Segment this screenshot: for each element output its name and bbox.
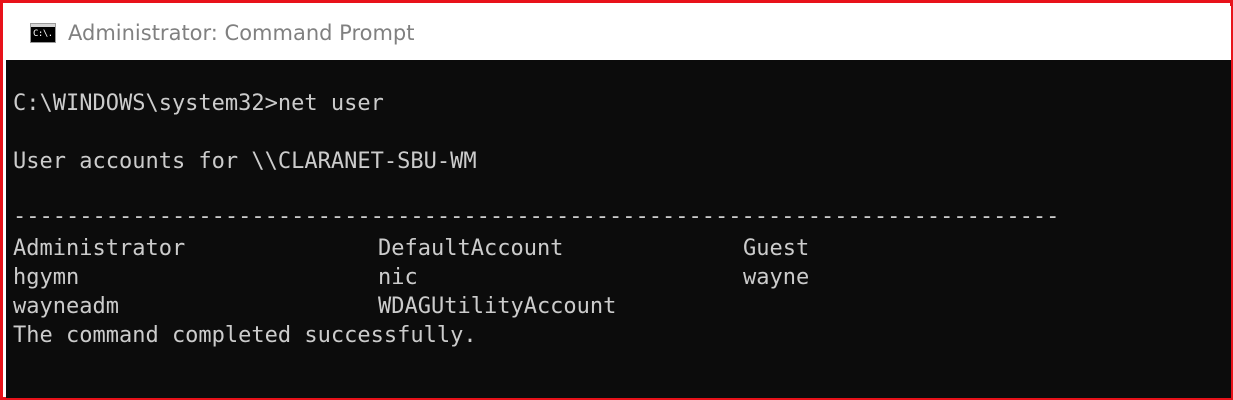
account-nic: nic (378, 265, 418, 290)
account-administrator: Administrator (13, 236, 186, 261)
account-wayne: wayne (743, 265, 810, 290)
account-hgymn: hgymn (13, 265, 80, 290)
account-wdagutilityaccount: WDAGUtilityAccount (378, 294, 617, 319)
cmd-icon[interactable]: C:\. (30, 23, 56, 43)
cmd-icon-text: C:\. (33, 29, 53, 39)
user-accounts-header: User accounts for \\CLARANET-SBU-WM (13, 149, 477, 174)
window-title: Administrator: Command Prompt (68, 21, 415, 45)
separator-text: ----------------------------------------… (13, 212, 1059, 222)
account-defaultaccount: DefaultAccount (378, 236, 564, 261)
account-guest: Guest (743, 236, 810, 261)
separator-line: ----------------------------------------… (13, 212, 1163, 222)
title-bar[interactable]: C:\. Administrator: Command Prompt (6, 6, 1231, 60)
account-wayneadm: wayneadm (13, 294, 119, 319)
prompt-line: C:\WINDOWS\system32>net user (13, 91, 384, 116)
screenshot-frame: C:\. Administrator: Command Prompt C:\WI… (0, 0, 1233, 400)
cmd-icon-bar (31, 24, 55, 27)
command-result-line: The command completed successfully. (13, 323, 477, 348)
console-output[interactable]: C:\WINDOWS\system32>net user User accoun… (6, 60, 1231, 398)
